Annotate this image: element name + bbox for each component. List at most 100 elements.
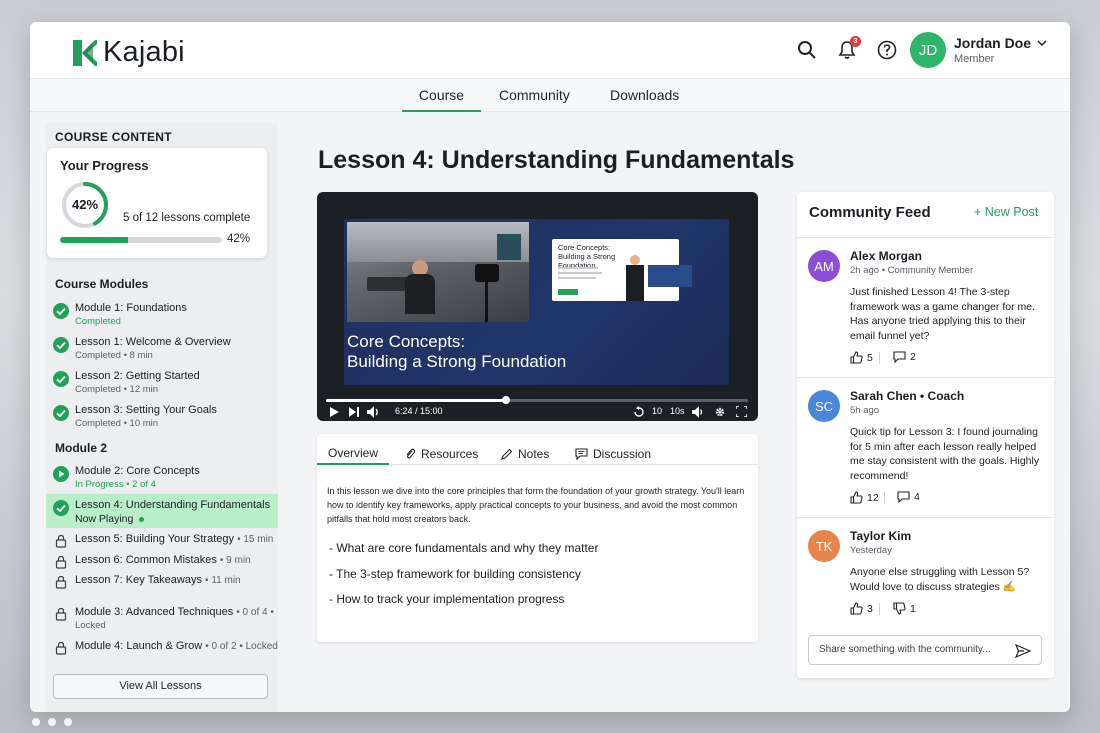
lesson-status: Completed • 8 min — [75, 350, 153, 361]
comment-count: 2 — [910, 351, 916, 363]
lesson-status: Completed • 12 min — [75, 384, 159, 395]
sidebar-item-lesson-5[interactable]: Lesson 5: Building Your Strategy • 15 mi… — [53, 533, 277, 549]
view-all-lessons-button[interactable]: View All Lessons — [53, 674, 268, 699]
community-feed: Community Feed + New Post AM Alex Morgan… — [797, 192, 1054, 678]
sidebar-item-module-4[interactable]: Module 4: Launch & Grow • 0 of 2 • Locke… — [53, 640, 278, 656]
lesson-meta: • 0 of 4 • — [236, 607, 274, 618]
sidebar-item-module-1[interactable]: Module 1: Foundations Completed — [53, 302, 277, 332]
post-author[interactable]: Sarah Chen • Coach — [850, 389, 964, 403]
like-button[interactable]: 3 — [850, 602, 873, 615]
share-post-input[interactable]: Share something with the community... — [808, 635, 1042, 665]
module-2-title: Module 2 — [55, 441, 108, 455]
community-feed-title: Community Feed — [809, 204, 931, 221]
rewind-icon[interactable] — [633, 406, 645, 418]
skip-next-icon[interactable] — [349, 407, 359, 417]
tripod-shape — [485, 282, 488, 322]
slide-person-head — [630, 255, 640, 265]
now-playing-text: Now Playing — [75, 513, 134, 525]
presenter-photo — [347, 222, 529, 322]
lesson-status: In Progress • 2 of 4 — [75, 479, 156, 490]
volume-control-icon[interactable] — [692, 406, 704, 418]
tab-overview[interactable]: Overview — [317, 443, 389, 465]
forward-label[interactable]: 10s — [670, 406, 685, 416]
avatar[interactable]: TK — [808, 530, 840, 562]
help-button[interactable] — [876, 39, 898, 61]
avatar[interactable]: AM — [808, 250, 840, 282]
progress-percent: 42% — [227, 233, 251, 245]
like-count: 5 — [867, 351, 873, 364]
sidebar-item-lesson-3[interactable]: Lesson 3: Setting Your Goals Completed •… — [53, 404, 277, 434]
slide-card — [648, 265, 692, 287]
tab-resources-label: Resources — [421, 447, 479, 461]
user-menu[interactable]: JD Jordan Doe Member — [910, 32, 1047, 68]
user-avatar: JD — [910, 32, 946, 68]
fullscreen-icon[interactable] — [736, 406, 747, 417]
sidebar-item-lesson-6[interactable]: Lesson 6: Common Mistakes • 9 min — [53, 554, 277, 570]
like-button[interactable]: 12 — [850, 491, 879, 504]
kajabi-logo-icon — [73, 39, 97, 66]
progress-title: Your Progress — [60, 158, 149, 173]
sidebar-item-module-3[interactable]: Module 3: Advanced Techniques • 0 of 4 •… — [53, 606, 277, 636]
tab-notes-label: Notes — [518, 447, 550, 461]
window-dot — [64, 718, 72, 726]
rewind-label: 10 — [652, 406, 663, 416]
tab-community[interactable]: Community — [499, 87, 570, 112]
comment-button[interactable]: 2 — [893, 351, 916, 363]
video-controls: 6:24 / 15:00 10 10s — [317, 392, 758, 421]
send-icon[interactable] — [1015, 643, 1031, 659]
post-body: Just finished Lesson 4! The 3-step frame… — [850, 286, 1035, 342]
volume-icon[interactable] — [367, 406, 381, 418]
lesson-title: Lesson 7: Key Takeaways — [75, 574, 202, 586]
post-body: Quick tip for Lesson 3: I found journali… — [850, 426, 1040, 482]
like-count: 3 — [867, 602, 873, 615]
search-icon — [798, 41, 816, 59]
slide-button — [558, 289, 578, 295]
dislike-button[interactable]: 1 — [893, 602, 916, 615]
lock-icon — [55, 534, 67, 548]
sidebar-item-module-2[interactable]: Module 2: Core Concepts In Progress • 2 … — [53, 465, 277, 495]
video-player[interactable]: Core Concepts: Building a Strong Foundat… — [317, 192, 758, 421]
like-button[interactable]: 5 — [850, 351, 873, 364]
sidebar-item-lesson-2[interactable]: Lesson 2: Getting Started Completed • 12… — [53, 370, 277, 400]
play-icon[interactable] — [330, 407, 339, 417]
presenter-body — [405, 274, 435, 314]
tab-overview-label: Overview — [327, 446, 378, 460]
search-button[interactable] — [796, 39, 818, 61]
comment-button[interactable]: 4 — [897, 491, 920, 503]
window-dots — [32, 718, 72, 726]
post-meta: Yesterday — [850, 545, 892, 556]
feed-post: SC Sarah Chen • Coach 5h ago Quick tip f… — [797, 377, 1054, 517]
tab-resources[interactable]: Resources — [404, 443, 478, 465]
tab-course[interactable]: Course — [402, 87, 481, 112]
post-body: Anyone else struggling with Lesson 5? Wo… — [850, 566, 1030, 593]
top-bar: Kajabi 3 JD Jordan Doe Member — [30, 22, 1070, 79]
new-post-button[interactable]: + New Post — [974, 205, 1038, 219]
course-nav: Course Community Downloads — [30, 79, 1070, 112]
sidebar-item-lesson-7[interactable]: Lesson 7: Key Takeaways • 11 min — [53, 574, 277, 590]
thumbs-down-icon — [893, 602, 906, 615]
progress-ring-label: 42% — [71, 197, 99, 212]
post-author[interactable]: Taylor Kim — [850, 529, 911, 543]
page-title: Lesson 4: Understanding Fundamentals — [318, 146, 795, 174]
lesson-title: Module 4: Launch & Grow — [75, 640, 203, 652]
thumbs-up-icon — [850, 602, 863, 615]
kajabi-logo[interactable]: Kajabi — [73, 36, 185, 69]
progress-bar-fill — [60, 237, 129, 243]
divider — [879, 603, 880, 615]
video-scrubber-fill — [326, 399, 507, 402]
tab-notes[interactable]: Notes — [501, 443, 549, 465]
settings-gear-icon[interactable] — [714, 406, 726, 418]
post-meta: 5h ago — [850, 405, 880, 416]
video-scrubber-knob[interactable] — [502, 396, 511, 404]
post-author[interactable]: Alex Morgan — [850, 249, 922, 263]
sidebar-item-lesson-1[interactable]: Lesson 1: Welcome & Overview Completed •… — [53, 336, 277, 366]
tab-discussion[interactable]: Discussion — [575, 443, 651, 465]
avatar[interactable]: SC — [808, 390, 840, 422]
app-window: Kajabi 3 JD Jordan Doe Member Course Com… — [30, 22, 1070, 712]
video-scrubber[interactable] — [326, 396, 748, 404]
key-point: - What are core fundamentals and why the… — [329, 541, 599, 555]
sidebar-item-lesson-4[interactable]: Lesson 4: Understanding Fundamentals Now… — [53, 499, 277, 529]
notifications-button[interactable]: 3 — [836, 36, 861, 61]
tab-downloads[interactable]: Downloads — [610, 87, 679, 112]
window-dot — [32, 718, 40, 726]
